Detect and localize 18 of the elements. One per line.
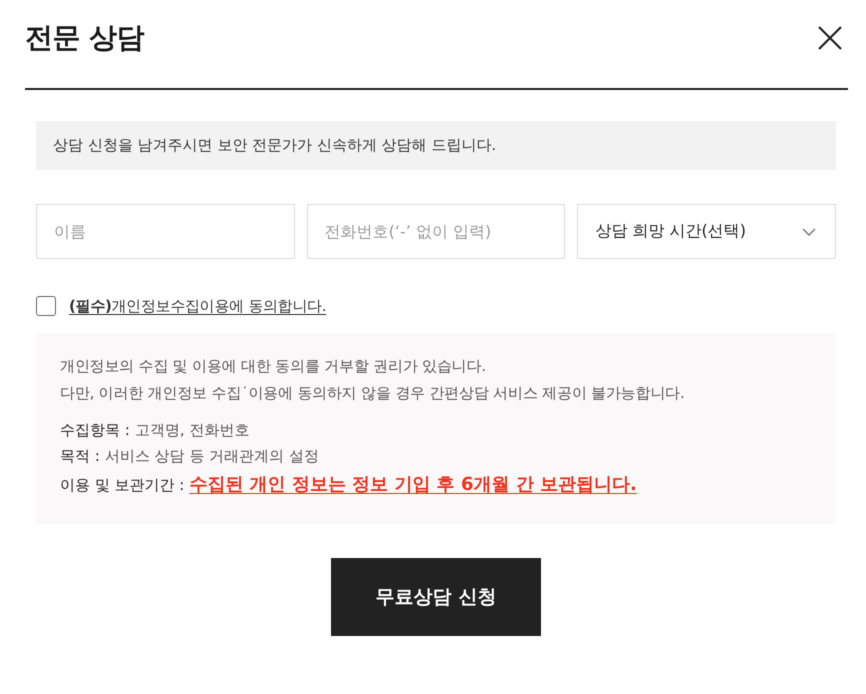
consent-link[interactable]: (필수)개인정보수집이용에 동의합니다.: [69, 296, 326, 316]
close-icon[interactable]: [818, 26, 842, 50]
input-field[interactable]: 전화번호(‘-’ 없이 입력): [306, 204, 566, 259]
chevron-down-icon: [802, 228, 816, 236]
submit-button[interactable]: 무료상담 신청: [331, 558, 541, 636]
dialog-title: 전문 상담: [25, 20, 144, 56]
info-label: 이용 및 보관기간 :: [60, 475, 184, 496]
input-field[interactable]: 이름: [36, 204, 295, 259]
info-label: 목적 :: [60, 446, 100, 467]
time-select[interactable]: 상담 희망 시간(선택): [577, 204, 836, 259]
info-value: 서비스 상담 등 거래관계의 설정: [104, 446, 319, 467]
notice-banner: 상담 신청을 남겨주시면 보안 전문가가 신속하게 상담해 드립니다.: [36, 121, 836, 170]
privacy-notice-text: 개인정보의 수집 및 이용에 대한 동의를 거부할 권리가 있습니다.: [60, 356, 487, 377]
consent-checkbox[interactable]: [36, 296, 56, 316]
info-value: 고객명, 전화번호: [134, 420, 250, 441]
retention-warning-text: 수집된 개인 정보는 정보 기입 후 6개월 간 보관됩니다.: [189, 473, 637, 497]
privacy-notice-text: 다만, 이러한 개인정보 수집˙이용에 동의하지 않을 경우 간편상담 서비스 제공이 불가능합니다.: [60, 383, 686, 404]
info-label: 수집항목 :: [60, 420, 130, 441]
